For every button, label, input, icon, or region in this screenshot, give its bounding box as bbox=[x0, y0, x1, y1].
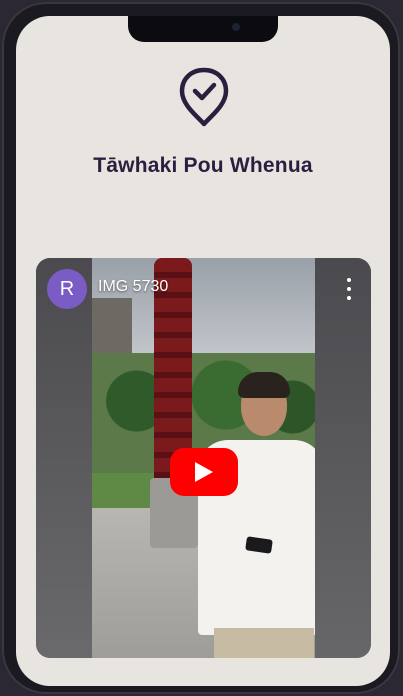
page-title: Tāwhaki Pou Whenua bbox=[93, 154, 313, 177]
video-letterbox-right bbox=[315, 258, 371, 658]
device-notch bbox=[128, 16, 278, 42]
location-check-icon bbox=[179, 67, 229, 127]
video-letterbox-left bbox=[36, 258, 92, 658]
phone-frame: Tāwhaki Pou Whenua R IMG 5730 bbox=[2, 2, 400, 694]
play-button[interactable] bbox=[170, 448, 238, 496]
channel-avatar[interactable]: R bbox=[47, 269, 87, 309]
video-player[interactable]: R IMG 5730 bbox=[36, 258, 371, 658]
front-camera bbox=[232, 23, 240, 31]
more-vertical-icon[interactable] bbox=[339, 278, 359, 300]
youtube-play-icon bbox=[195, 462, 213, 482]
app-screen: Tāwhaki Pou Whenua R IMG 5730 bbox=[16, 16, 390, 686]
video-title[interactable]: IMG 5730 bbox=[98, 278, 168, 296]
